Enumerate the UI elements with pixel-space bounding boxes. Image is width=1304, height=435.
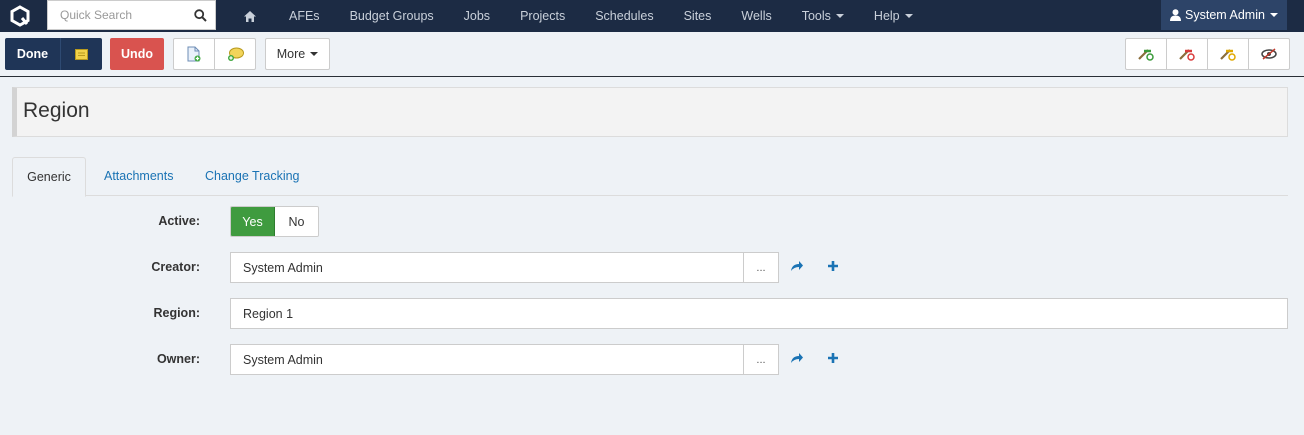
nav-schedules[interactable]: Schedules — [580, 0, 668, 32]
page-title: Region — [23, 99, 90, 122]
active-toggle: Yes No — [230, 206, 319, 237]
nav-wells[interactable]: Wells — [726, 0, 786, 32]
owner-add-button[interactable] — [825, 350, 841, 366]
creator-label: Creator: — [151, 260, 200, 274]
nav-home[interactable] — [233, 10, 274, 23]
quick-search-input[interactable] — [48, 2, 186, 28]
nav-tools-label: Tools — [801, 9, 831, 23]
main-nav: AFEs Budget Groups Jobs Projects Schedul… — [233, 0, 928, 32]
plus-icon — [828, 261, 838, 271]
toolbar: Done Undo More — [0, 32, 1304, 77]
nav-projects[interactable]: Projects — [505, 0, 580, 32]
region-label: Region: — [153, 306, 200, 320]
top-navbar: AFEs Budget Groups Jobs Projects Schedul… — [0, 0, 1304, 32]
active-yes-option[interactable]: Yes — [231, 207, 275, 236]
plus-icon — [828, 353, 838, 363]
region-field[interactable]: Region 1 — [230, 298, 1288, 329]
logo-icon — [10, 5, 30, 27]
owner-field: System Admin ... — [230, 344, 779, 375]
nav-jobs[interactable]: Jobs — [449, 0, 505, 32]
chevron-down-icon — [310, 52, 319, 56]
owner-value: System Admin — [243, 352, 323, 367]
search-icon — [193, 8, 207, 22]
nav-help[interactable]: Help — [859, 0, 928, 32]
hold-button[interactable] — [1207, 38, 1249, 70]
user-menu[interactable]: System Admin — [1161, 0, 1287, 30]
share-arrow-icon — [791, 353, 803, 363]
new-document-icon — [187, 46, 201, 62]
home-icon — [244, 10, 256, 22]
chevron-down-icon — [835, 14, 844, 18]
creator-field: System Admin ... — [230, 252, 779, 283]
notes-button[interactable] — [60, 38, 102, 70]
creator-value: System Admin — [243, 260, 323, 275]
region-value: Region 1 — [243, 306, 294, 321]
nav-help-label: Help — [873, 9, 900, 23]
more-label: More — [276, 47, 306, 61]
user-icon — [1170, 9, 1182, 21]
done-button[interactable]: Done — [5, 38, 60, 70]
add-comment-icon — [227, 47, 244, 61]
approve-icon — [1138, 49, 1154, 61]
nav-sites[interactable]: Sites — [669, 0, 727, 32]
chevron-down-icon — [904, 14, 913, 18]
eye-icon — [1261, 48, 1277, 60]
search-button[interactable] — [186, 1, 214, 29]
tab-generic[interactable]: Generic — [12, 157, 86, 197]
undo-button[interactable]: Undo — [110, 38, 164, 70]
new-comment-button[interactable] — [214, 38, 256, 70]
more-dropdown[interactable]: More — [265, 38, 330, 70]
tab-attachments[interactable]: Attachments — [87, 157, 190, 196]
quick-search — [47, 0, 216, 30]
tab-change-tracking[interactable]: Change Tracking — [188, 157, 317, 196]
app-logo[interactable] — [0, 0, 40, 32]
owner-lookup-button[interactable]: ... — [743, 345, 778, 374]
creator-lookup-button[interactable]: ... — [743, 253, 778, 282]
owner-label: Owner: — [156, 352, 200, 366]
page-header: Region — [12, 87, 1288, 137]
note-icon — [75, 48, 88, 60]
reject-button[interactable] — [1166, 38, 1208, 70]
owner-open-link[interactable] — [789, 350, 805, 366]
nav-afes[interactable]: AFEs — [274, 0, 335, 32]
nav-budget-groups[interactable]: Budget Groups — [335, 0, 449, 32]
share-arrow-icon — [791, 261, 803, 271]
new-document-button[interactable] — [173, 38, 215, 70]
creator-add-button[interactable] — [825, 258, 841, 274]
reject-icon — [1179, 49, 1195, 61]
review-button[interactable] — [1248, 38, 1290, 70]
active-no-option[interactable]: No — [275, 207, 318, 236]
active-label: Active: — [158, 214, 200, 228]
approve-button[interactable] — [1125, 38, 1167, 70]
user-name: System Admin — [1185, 8, 1265, 22]
creator-open-link[interactable] — [789, 258, 805, 274]
nav-tools[interactable]: Tools — [787, 0, 859, 32]
tab-bar: Generic Attachments Change Tracking — [12, 157, 1288, 197]
hold-icon — [1220, 49, 1236, 61]
chevron-down-icon — [1269, 13, 1278, 17]
